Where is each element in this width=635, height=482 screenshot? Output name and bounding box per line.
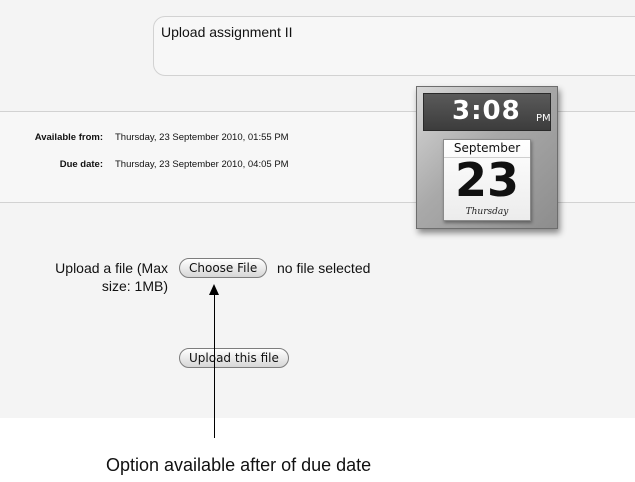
calendar-clock-widget: 3:08 PM September 23 Thursday — [416, 86, 558, 229]
due-date-value: Thursday, 23 September 2010, 04:05 PM — [115, 159, 289, 170]
assignment-description: Upload assignment II — [161, 24, 293, 40]
choose-file-button[interactable]: Choose File — [179, 258, 268, 278]
clock-time: 3:08 — [452, 96, 521, 126]
upload-file-label: Upload a file (Max size: 1MB) — [55, 260, 168, 294]
no-file-selected-text: no file selected — [277, 260, 371, 276]
due-date-label: Due date: — [59, 159, 103, 170]
annotation-arrow-line — [214, 292, 215, 438]
clock-panel: 3:08 PM — [423, 93, 551, 131]
calendar-day: 23 — [454, 153, 519, 207]
calendar-weekday: Thursday — [465, 207, 509, 217]
clock-ampm: PM — [536, 113, 551, 124]
annotation-caption: Option available after of due date — [106, 455, 372, 475]
calendar-page: September 23 Thursday — [443, 139, 531, 221]
upload-file-button[interactable]: Upload this file — [179, 348, 289, 368]
available-from-value: Thursday, 23 September 2010, 01:55 PM — [115, 132, 289, 143]
available-from-label: Available from: — [34, 132, 103, 143]
arrow-up-icon — [209, 284, 219, 295]
page: Upload assignment II Available from: Thu… — [0, 0, 635, 482]
